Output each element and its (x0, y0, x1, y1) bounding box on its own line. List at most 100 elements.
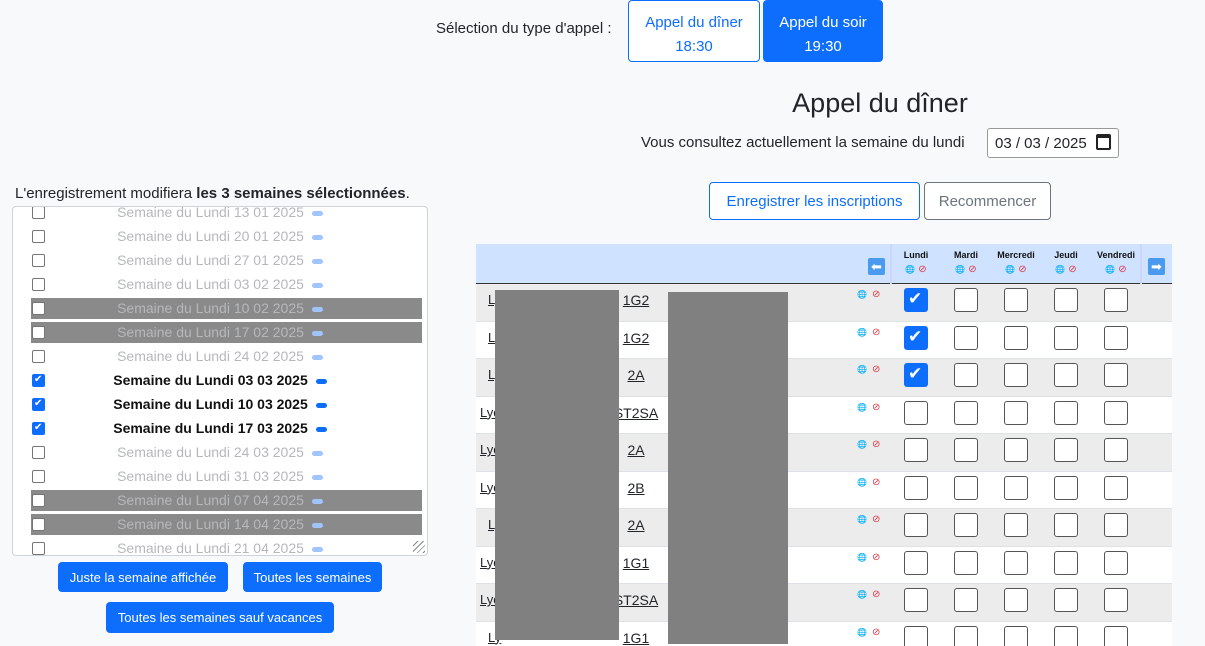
day-checkbox[interactable] (1104, 438, 1128, 462)
day-checkbox[interactable] (904, 588, 928, 612)
forbidden-icon[interactable]: ⊘ (968, 264, 976, 275)
week-option[interactable]: Semaine du Lundi 10 02 2025 (13, 297, 427, 321)
day-checkbox[interactable] (904, 288, 928, 312)
day-checkbox[interactable] (1104, 475, 1128, 500)
day-checkbox[interactable] (904, 438, 928, 462)
globe-icon[interactable]: 🌐 (857, 590, 867, 599)
day-checkbox[interactable] (954, 288, 978, 312)
save-inscriptions-button[interactable]: Enregistrer les inscriptions (709, 182, 920, 220)
day-checkbox[interactable] (1004, 588, 1028, 612)
day-checkbox[interactable] (1054, 475, 1078, 500)
day-checkbox[interactable] (1004, 400, 1028, 425)
day-checkbox[interactable] (1104, 625, 1128, 646)
globe-icon[interactable]: 🌐 (1005, 265, 1015, 274)
day-checkbox[interactable] (904, 363, 928, 387)
day-checkbox[interactable] (1054, 363, 1078, 387)
day-checkbox[interactable] (954, 513, 978, 537)
globe-icon[interactable]: 🌐 (857, 440, 867, 449)
week-option[interactable]: Semaine du Lundi 20 01 2025 (13, 225, 427, 249)
globe-icon[interactable]: 🌐 (857, 328, 867, 337)
day-checkbox[interactable] (1004, 288, 1028, 312)
day-checkbox[interactable] (954, 400, 978, 425)
next-week-arrow-icon[interactable]: ➡ (1148, 258, 1165, 275)
prev-week-arrow-icon[interactable]: ⬅ (868, 258, 885, 275)
day-checkbox[interactable] (1054, 588, 1078, 612)
week-option[interactable]: Semaine du Lundi 17 03 2025 (13, 417, 427, 441)
forbidden-icon[interactable]: ⊘ (872, 327, 880, 338)
day-checkbox[interactable] (954, 438, 978, 462)
reset-button[interactable]: Recommencer (924, 182, 1051, 220)
week-select-list[interactable]: Semaine du Lundi 13 01 2025 Semaine du Lu… (12, 206, 428, 556)
forbidden-icon[interactable]: ⊘ (872, 439, 880, 450)
day-checkbox[interactable] (1104, 363, 1128, 387)
day-checkbox[interactable] (1004, 625, 1028, 646)
globe-icon[interactable]: 🌐 (905, 265, 915, 274)
day-checkbox[interactable] (904, 325, 928, 350)
day-checkbox[interactable] (1104, 588, 1128, 612)
forbidden-icon[interactable]: ⊘ (872, 589, 880, 600)
week-option[interactable]: Semaine du Lundi 27 01 2025 (13, 249, 427, 273)
globe-icon[interactable]: 🌐 (857, 553, 867, 562)
day-checkbox[interactable] (1104, 400, 1128, 425)
forbidden-icon[interactable]: ⊘ (1118, 264, 1126, 275)
week-option[interactable]: Semaine du Lundi 24 03 2025 (13, 441, 427, 465)
week-option[interactable]: Semaine du Lundi 24 02 2025 (13, 345, 427, 369)
day-checkbox[interactable] (1004, 513, 1028, 537)
globe-icon[interactable]: 🌐 (955, 265, 965, 274)
forbidden-icon[interactable]: ⊘ (1018, 264, 1026, 275)
forbidden-icon[interactable]: ⊘ (872, 477, 880, 488)
day-checkbox[interactable] (904, 513, 928, 537)
globe-icon[interactable]: 🌐 (857, 478, 867, 487)
forbidden-icon[interactable]: ⊘ (1068, 264, 1076, 275)
day-checkbox[interactable] (1054, 400, 1078, 425)
day-checkbox[interactable] (904, 550, 928, 575)
week-option[interactable]: Semaine du Lundi 03 02 2025 (13, 273, 427, 297)
day-checkbox[interactable] (954, 475, 978, 500)
day-checkbox[interactable] (1004, 325, 1028, 350)
type-diner-button[interactable]: Appel du dîner 18:30 (628, 0, 760, 62)
week-option[interactable]: Semaine du Lundi 10 03 2025 (13, 393, 427, 417)
day-checkbox[interactable] (1104, 288, 1128, 312)
forbidden-icon[interactable]: ⊘ (872, 552, 880, 563)
day-checkbox[interactable] (1104, 550, 1128, 575)
day-checkbox[interactable] (1054, 513, 1078, 537)
day-checkbox[interactable] (954, 588, 978, 612)
globe-icon[interactable]: 🌐 (857, 628, 867, 637)
day-checkbox[interactable] (1104, 325, 1128, 350)
week-date-input[interactable]: 03 / 03 / 2025 (987, 128, 1119, 158)
globe-icon[interactable]: 🌐 (1105, 265, 1115, 274)
resize-handle[interactable] (413, 541, 425, 553)
day-checkbox[interactable] (1054, 625, 1078, 646)
day-checkbox[interactable] (904, 475, 928, 500)
week-option[interactable]: Semaine du Lundi 31 03 2025 (13, 465, 427, 489)
globe-icon[interactable]: 🌐 (857, 290, 867, 299)
week-option[interactable]: Semaine du Lundi 07 04 2025 (13, 489, 427, 513)
day-checkbox[interactable] (1054, 438, 1078, 462)
all-weeks-except-holidays-button[interactable]: Toutes les semaines sauf vacances (106, 602, 334, 633)
forbidden-icon[interactable]: ⊘ (872, 514, 880, 525)
day-checkbox[interactable] (954, 325, 978, 350)
day-checkbox[interactable] (1004, 550, 1028, 575)
day-checkbox[interactable] (904, 400, 928, 425)
type-soir-button[interactable]: Appel du soir 19:30 (763, 0, 883, 62)
forbidden-icon[interactable]: ⊘ (872, 364, 880, 375)
forbidden-icon[interactable]: ⊘ (872, 289, 880, 300)
forbidden-icon[interactable]: ⊘ (918, 264, 926, 275)
globe-icon[interactable]: 🌐 (857, 365, 867, 374)
week-option[interactable]: Semaine du Lundi 21 04 2025 (13, 537, 427, 555)
all-weeks-button[interactable]: Toutes les semaines (243, 562, 382, 592)
this-week-button[interactable]: Juste la semaine affichée (58, 562, 228, 592)
day-checkbox[interactable] (904, 625, 928, 646)
globe-icon[interactable]: 🌐 (857, 403, 867, 412)
day-checkbox[interactable] (1054, 288, 1078, 312)
day-checkbox[interactable] (954, 625, 978, 646)
forbidden-icon[interactable]: ⊘ (872, 627, 880, 638)
week-option[interactable]: Semaine du Lundi 14 04 2025 (13, 513, 427, 537)
week-option[interactable]: Semaine du Lundi 13 01 2025 (13, 207, 427, 225)
day-checkbox[interactable] (1004, 475, 1028, 500)
calendar-icon[interactable] (1096, 134, 1111, 150)
day-checkbox[interactable] (954, 550, 978, 575)
globe-icon[interactable]: 🌐 (1055, 265, 1065, 274)
forbidden-icon[interactable]: ⊘ (872, 402, 880, 413)
globe-icon[interactable]: 🌐 (857, 515, 867, 524)
